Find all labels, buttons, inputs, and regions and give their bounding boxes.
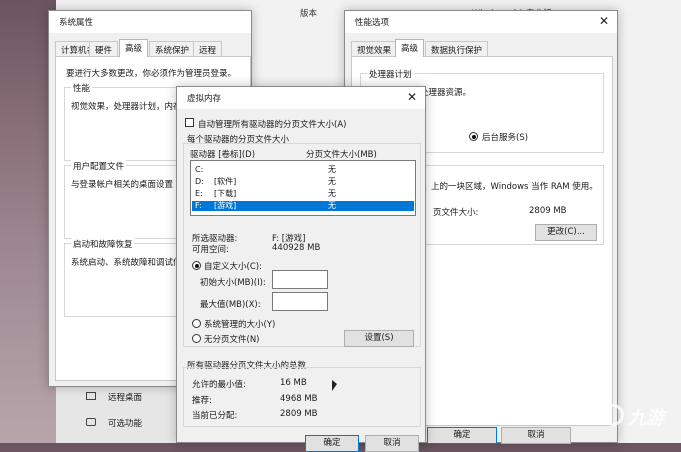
window-title: 系统属性 (59, 18, 94, 28)
edition-label: 版本 (300, 9, 318, 19)
max-size-label: 最大值(MB)(X): (200, 300, 261, 310)
no-paging-file-radio[interactable] (192, 334, 201, 343)
initial-size-input[interactable] (272, 270, 328, 289)
tab-visual-effects[interactable]: 视觉效果 (351, 41, 398, 56)
background-services-radio[interactable] (469, 132, 478, 141)
remote-desktop-icon (86, 392, 96, 400)
tab-system-protection[interactable]: 系统保护 (149, 41, 196, 56)
watermark-logo: 九游 (602, 400, 678, 438)
list-item[interactable]: E: [下载] 无 (192, 189, 414, 199)
group-label: 处理器计划 (367, 68, 414, 80)
paging-total-value: 2809 MB (529, 206, 567, 216)
min-allowed-label: 允许的最小值: (192, 380, 246, 390)
current-allocated-label: 当前已分配: (192, 411, 238, 421)
tab-advanced[interactable]: 高级 (119, 39, 149, 57)
radio-label: 后台服务(S) (482, 133, 529, 143)
drive-label: [游戏] (214, 201, 237, 210)
tab-advanced[interactable]: 高级 (395, 39, 425, 57)
drive-letter: E: (195, 189, 203, 198)
tab-remote[interactable]: 远程 (193, 41, 223, 56)
cancel-button[interactable]: 取消 (501, 427, 571, 444)
column-header-size: 分页文件大小(MB) (306, 150, 377, 160)
initial-size-label: 初始大小(MB)(I): (200, 278, 266, 288)
close-icon[interactable]: ✕ (597, 14, 611, 28)
group-label: 启动和故障恢复 (71, 238, 135, 250)
virtual-memory-dialog: 虚拟内存 ✕ 自动管理所有驱动器的分页文件大小(A) 每个驱动器的分页文件大小 … (176, 86, 426, 452)
list-item[interactable]: D: [软件] 无 (192, 177, 414, 187)
recommended-label: 推荐: (192, 396, 212, 406)
shared-experiences-icon (86, 418, 96, 426)
watermark-icon (602, 404, 624, 426)
ok-button[interactable]: 确定 (305, 435, 359, 452)
group-description: 与登录帐户相关的桌面设置 (71, 180, 174, 190)
max-size-input[interactable] (272, 292, 328, 311)
ok-button[interactable]: 确定 (427, 427, 497, 444)
virtual-memory-desc: 上的一块区域，Windows 当作 RAM 使用。 (431, 182, 598, 192)
sidebar-item-optional-features[interactable]: 可选功能 (86, 417, 186, 431)
tab-hardware[interactable]: 硬件 (89, 41, 119, 56)
system-managed-label: 系统管理的大小(Y) (204, 320, 276, 330)
drive-letter: F: (195, 201, 202, 210)
window-title: 性能选项 (355, 18, 390, 28)
group-description: 系统启动、系统故障和调试信息 (71, 258, 191, 268)
sidebar-item-label: 可选功能 (108, 419, 143, 429)
recommended-value: 4968 MB (280, 394, 318, 404)
free-space-label: 可用空间: (192, 245, 229, 255)
change-button[interactable]: 更改(C)... (535, 224, 597, 241)
custom-size-label: 自定义大小(C): (204, 262, 262, 272)
drive-size: 无 (328, 189, 336, 198)
system-managed-radio[interactable] (192, 319, 201, 328)
drive-size: 无 (328, 201, 336, 210)
custom-size-radio[interactable] (192, 261, 201, 270)
list-item[interactable]: C: 无 (192, 165, 414, 175)
paging-total-label: 页文件大小: (433, 208, 479, 218)
total-group: 允许的最小值: 16 MB 推荐: 4968 MB 当前已分配: 2809 MB (183, 367, 421, 427)
current-allocated-value: 2809 MB (280, 409, 318, 419)
close-icon[interactable]: ✕ (405, 90, 419, 104)
group-label: 用户配置文件 (71, 160, 127, 172)
min-allowed-value: 16 MB (280, 378, 307, 388)
sidebar-item-label: 远程桌面 (108, 393, 143, 403)
free-space-value: 440928 MB (272, 243, 321, 253)
drive-list[interactable]: C: 无 D: [软件] 无 E: [下载] 无 F: [游戏] 无 (190, 160, 416, 216)
title-bar[interactable]: 虚拟内存 ✕ (177, 87, 425, 109)
auto-manage-label: 自动管理所有驱动器的分页文件大小(A) (198, 120, 347, 130)
drive-label: [软件] (214, 177, 237, 186)
set-button[interactable]: 设置(S) (344, 330, 414, 347)
title-bar[interactable]: 系统属性 (49, 11, 251, 33)
per-drive-group: 驱动器 [卷标](D) 分页文件大小(MB) C: 无 D: [软件] 无 E:… (183, 143, 421, 347)
drive-letter: C: (195, 165, 204, 174)
no-paging-file-label: 无分页文件(N) (204, 335, 260, 345)
admin-note: 要进行大多数更改，你必须作为管理员登录。 (66, 69, 237, 79)
drive-size: 无 (328, 165, 336, 174)
sidebar-item-remote-desktop[interactable]: 远程桌面 (86, 391, 186, 405)
drive-label: [下载] (214, 189, 237, 198)
title-bar[interactable]: 性能选项 ✕ (345, 11, 617, 33)
list-item-selected[interactable]: F: [游戏] 无 (192, 201, 414, 211)
dialog-title: 虚拟内存 (187, 94, 222, 104)
group-label: 性能 (71, 82, 93, 94)
group-description: 视觉效果，处理器计划，内存使 (71, 102, 191, 112)
cancel-button[interactable]: 取消 (365, 435, 419, 452)
drive-size: 无 (328, 177, 336, 186)
watermark-text: 九游 (628, 408, 664, 429)
drive-letter: D: (195, 177, 204, 186)
settings-sidebar-bg: 远程桌面 可选功能 (56, 385, 196, 443)
mouse-cursor-icon (332, 380, 337, 391)
column-header-drive: 驱动器 [卷标](D) (190, 150, 256, 160)
auto-manage-checkbox[interactable] (185, 118, 194, 127)
tab-dep[interactable]: 数据执行保护 (425, 41, 489, 56)
